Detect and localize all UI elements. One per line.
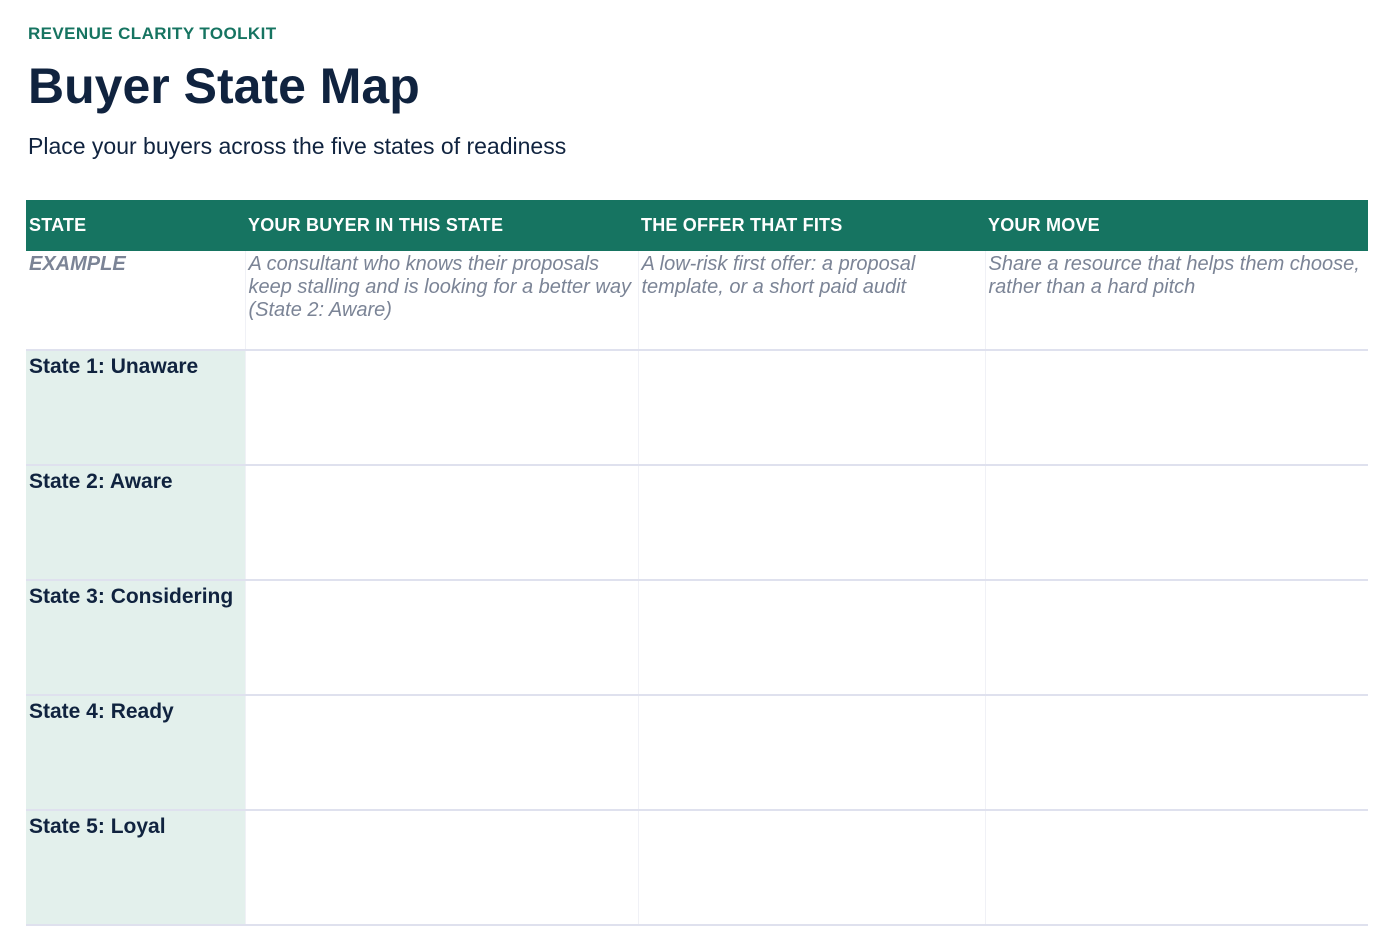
page-subtitle: Place your buyers across the five states… [28,133,567,159]
table-header-row: STATE YOUR BUYER IN THIS STATE THE OFFER… [26,200,1368,251]
example-label: EXAMPLE [26,251,245,351]
offer-input-cell[interactable] [637,810,985,926]
offer-input-cell[interactable] [637,580,985,696]
column-header-move: YOUR MOVE [985,200,1368,251]
table-row: State 3: Considering [26,580,1368,696]
buyer-input-cell[interactable] [244,580,638,696]
state-label: State 1: Unaware [26,350,245,466]
column-header-state: STATE [26,200,245,251]
page-title: Buyer State Map [28,58,420,114]
buyer-state-table: STATE YOUR BUYER IN THIS STATE THE OFFER… [26,200,1368,926]
column-header-buyer: YOUR BUYER IN THIS STATE [245,200,638,251]
example-move: Share a resource that helps them choose,… [984,251,1368,351]
buyer-input-cell[interactable] [244,810,638,926]
offer-input-cell[interactable] [637,350,985,466]
buyer-input-cell[interactable] [244,350,638,466]
offer-input-cell[interactable] [637,695,985,811]
table-row: State 1: Unaware [26,350,1368,466]
column-header-offer: THE OFFER THAT FITS [638,200,985,251]
example-offer: A low-risk first offer: a proposal templ… [637,251,985,351]
move-input-cell[interactable] [984,695,1368,811]
example-row: EXAMPLE A consultant who knows their pro… [26,251,1368,351]
move-input-cell[interactable] [984,580,1368,696]
buyer-input-cell[interactable] [244,465,638,581]
table-row: State 4: Ready [26,695,1368,811]
table-row: State 5: Loyal [26,810,1368,926]
buyer-input-cell[interactable] [244,695,638,811]
move-input-cell[interactable] [984,465,1368,581]
state-label: State 4: Ready [26,695,245,811]
move-input-cell[interactable] [984,350,1368,466]
example-buyer: A consultant who knows their proposals k… [244,251,638,351]
state-label: State 2: Aware [26,465,245,581]
toolkit-eyebrow: REVENUE CLARITY TOOLKIT [28,24,277,43]
offer-input-cell[interactable] [637,465,985,581]
table-row: State 2: Aware [26,465,1368,581]
move-input-cell[interactable] [984,810,1368,926]
state-label: State 3: Considering [26,580,245,696]
state-label: State 5: Loyal [26,810,245,926]
